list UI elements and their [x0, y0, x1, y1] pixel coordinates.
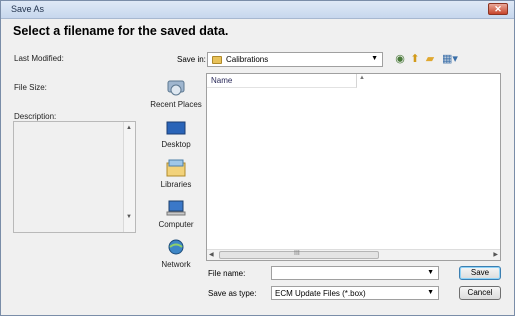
file-name-input[interactable]: ▼	[271, 266, 439, 280]
place-libraries[interactable]: Libraries	[147, 159, 205, 189]
scroll-right-icon[interactable]: ▶	[493, 251, 498, 258]
cancel-button[interactable]: Cancel	[459, 286, 501, 300]
place-computer[interactable]: Computer	[147, 199, 205, 229]
save-in-combo[interactable]: Calibrations ▼	[207, 52, 383, 67]
libraries-icon	[166, 159, 186, 177]
place-desktop[interactable]: Desktop	[147, 119, 205, 149]
sort-ascending-icon: ▲	[359, 75, 365, 81]
places-bar: Recent Places Desktop Libraries Computer	[147, 73, 205, 303]
place-network[interactable]: Network	[147, 239, 205, 269]
save-in-value: Calibrations	[226, 55, 269, 64]
save-button[interactable]: Save	[459, 266, 501, 280]
network-icon	[168, 239, 184, 255]
place-label: Network	[161, 260, 191, 269]
close-button[interactable]: ✕	[488, 3, 508, 15]
place-label: Desktop	[161, 140, 191, 149]
scroll-up-icon[interactable]: ▲	[126, 125, 132, 131]
computer-icon	[166, 200, 186, 216]
new-folder-icon[interactable]: ▰	[423, 52, 437, 66]
save-as-dialog: Save As ✕ Select a filename for the save…	[0, 0, 515, 316]
file-list[interactable]: Name ▲ ◀ III ▶	[206, 73, 501, 261]
back-icon[interactable]: ◉	[393, 52, 407, 66]
scroll-grip-icon: III	[294, 250, 300, 257]
dialog-heading: Select a filename for the saved data.	[13, 24, 229, 38]
recent-places-icon	[167, 80, 185, 96]
column-name-label: Name	[211, 76, 233, 85]
title-bar[interactable]: Save As ✕	[1, 1, 514, 19]
chevron-down-icon[interactable]: ▼	[427, 269, 434, 276]
place-label: Recent Places	[150, 100, 202, 109]
save-as-type-label: Save as type:	[208, 289, 257, 298]
description-scrollbar[interactable]: ▲ ▼	[123, 122, 135, 232]
place-label: Computer	[158, 220, 194, 229]
window-title: Save As	[11, 4, 45, 14]
chevron-down-icon[interactable]: ▼	[371, 55, 378, 62]
scroll-down-icon[interactable]: ▼	[126, 214, 132, 220]
horizontal-scrollbar[interactable]: ◀ III ▶	[207, 249, 500, 260]
place-recent-places[interactable]: Recent Places	[147, 79, 205, 109]
save-in-label: Save in:	[177, 55, 206, 64]
scroll-left-icon[interactable]: ◀	[209, 251, 214, 258]
column-header-name[interactable]: Name	[207, 74, 357, 88]
description-label: Description:	[14, 112, 57, 121]
up-folder-icon[interactable]: ⬆	[408, 52, 422, 66]
scroll-thumb[interactable]: III	[219, 250, 379, 259]
view-menu-icon[interactable]: ▦▾	[439, 52, 461, 66]
file-size-label: File Size:	[14, 83, 47, 92]
file-name-label: File name:	[208, 269, 246, 278]
description-box[interactable]: ▲ ▼	[13, 121, 136, 233]
last-modified-label: Last Modified:	[14, 54, 64, 63]
save-as-type-value: ECM Update Files (*.box)	[275, 289, 366, 298]
save-as-type-select[interactable]: ECM Update Files (*.box) ▼	[271, 286, 439, 300]
desktop-icon	[166, 121, 186, 135]
folder-icon	[212, 56, 222, 64]
place-label: Libraries	[160, 180, 192, 189]
chevron-down-icon[interactable]: ▼	[427, 289, 434, 296]
